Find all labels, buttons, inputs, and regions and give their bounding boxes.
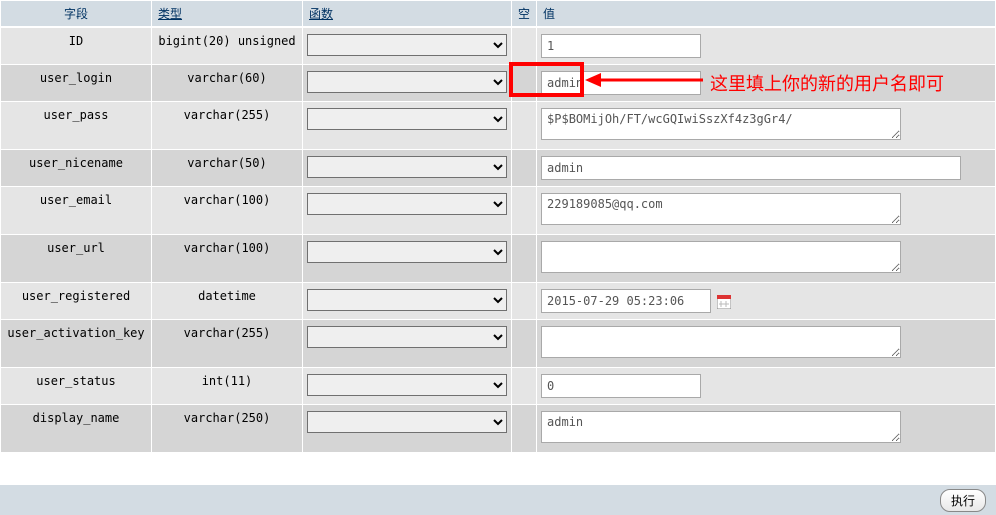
value-cell — [537, 368, 995, 404]
function-cell — [303, 102, 511, 149]
annotation-arrow — [585, 68, 705, 92]
function-cell — [303, 405, 511, 452]
function-select[interactable] — [307, 108, 507, 130]
function-cell — [303, 368, 511, 404]
function-cell — [303, 28, 511, 64]
function-select[interactable] — [307, 411, 507, 433]
field-type: varchar(60) — [152, 65, 302, 101]
function-select[interactable] — [307, 156, 507, 178]
null-cell — [512, 102, 536, 149]
function-select[interactable] — [307, 34, 507, 56]
function-select[interactable] — [307, 241, 507, 263]
function-cell — [303, 320, 511, 367]
header-row: 字段 类型 函数 空 值 — [1, 1, 995, 27]
calendar-icon[interactable] — [717, 295, 731, 309]
null-cell — [512, 65, 536, 101]
header-field: 字段 — [1, 1, 151, 27]
function-select[interactable] — [307, 374, 507, 396]
field-type: varchar(100) — [152, 187, 302, 234]
field-type: bigint(20) unsigned — [152, 28, 302, 64]
table-row: user_emailvarchar(100) — [1, 187, 995, 234]
value-textarea[interactable] — [541, 241, 901, 273]
value-input[interactable] — [541, 34, 701, 58]
value-cell — [537, 28, 995, 64]
function-select[interactable] — [307, 326, 507, 348]
table-row: user_registereddatetime — [1, 283, 995, 319]
value-cell — [537, 102, 995, 149]
null-cell — [512, 405, 536, 452]
value-cell — [537, 405, 995, 452]
value-textarea[interactable] — [541, 193, 901, 225]
table-row: display_namevarchar(250) — [1, 405, 995, 452]
field-type: varchar(100) — [152, 235, 302, 282]
function-cell — [303, 283, 511, 319]
table-row: user_nicenamevarchar(50) — [1, 150, 995, 186]
field-type: varchar(255) — [152, 102, 302, 149]
function-select[interactable] — [307, 193, 507, 215]
field-name: user_nicename — [1, 150, 151, 186]
table-row: user_statusint(11) — [1, 368, 995, 404]
table-row: user_activation_keyvarchar(255) — [1, 320, 995, 367]
value-cell — [537, 150, 995, 186]
field-name: user_registered — [1, 283, 151, 319]
field-name: user_login — [1, 65, 151, 101]
value-textarea[interactable] — [541, 411, 901, 443]
field-type: varchar(50) — [152, 150, 302, 186]
function-select[interactable] — [307, 71, 507, 93]
field-name: user_activation_key — [1, 320, 151, 367]
value-textarea[interactable] — [541, 108, 901, 140]
field-name: user_pass — [1, 102, 151, 149]
field-name: display_name — [1, 405, 151, 452]
field-name: user_status — [1, 368, 151, 404]
field-name: user_url — [1, 235, 151, 282]
value-textarea[interactable] — [541, 326, 901, 358]
annotation-text: 这里填上你的新的用户名即可 — [710, 70, 944, 96]
table-row: user_passvarchar(255) — [1, 102, 995, 149]
null-cell — [512, 187, 536, 234]
field-type: int(11) — [152, 368, 302, 404]
value-input[interactable] — [541, 289, 711, 313]
value-cell — [537, 187, 995, 234]
null-cell — [512, 368, 536, 404]
null-cell — [512, 235, 536, 282]
header-null: 空 — [512, 1, 536, 27]
table-row: IDbigint(20) unsigned — [1, 28, 995, 64]
value-input[interactable] — [541, 156, 961, 180]
null-cell — [512, 28, 536, 64]
field-type: varchar(255) — [152, 320, 302, 367]
null-cell — [512, 283, 536, 319]
field-editor-table: 字段 类型 函数 空 值 IDbigint(20) unsigneduser_l… — [0, 0, 996, 453]
function-cell — [303, 187, 511, 234]
function-cell — [303, 150, 511, 186]
field-type: varchar(250) — [152, 405, 302, 452]
header-type[interactable]: 类型 — [152, 1, 302, 27]
value-cell — [537, 283, 995, 319]
field-name: ID — [1, 28, 151, 64]
value-input[interactable] — [541, 374, 701, 398]
field-type: datetime — [152, 283, 302, 319]
null-cell — [512, 320, 536, 367]
header-value: 值 — [537, 1, 995, 27]
execute-button[interactable]: 执行 — [940, 489, 986, 512]
function-cell — [303, 235, 511, 282]
function-cell — [303, 65, 511, 101]
null-cell — [512, 150, 536, 186]
table-row: user_urlvarchar(100) — [1, 235, 995, 282]
header-func[interactable]: 函数 — [303, 1, 511, 27]
function-select[interactable] — [307, 289, 507, 311]
field-name: user_email — [1, 187, 151, 234]
value-cell — [537, 320, 995, 367]
footer-bar: 执行 — [0, 485, 996, 515]
value-cell — [537, 235, 995, 282]
